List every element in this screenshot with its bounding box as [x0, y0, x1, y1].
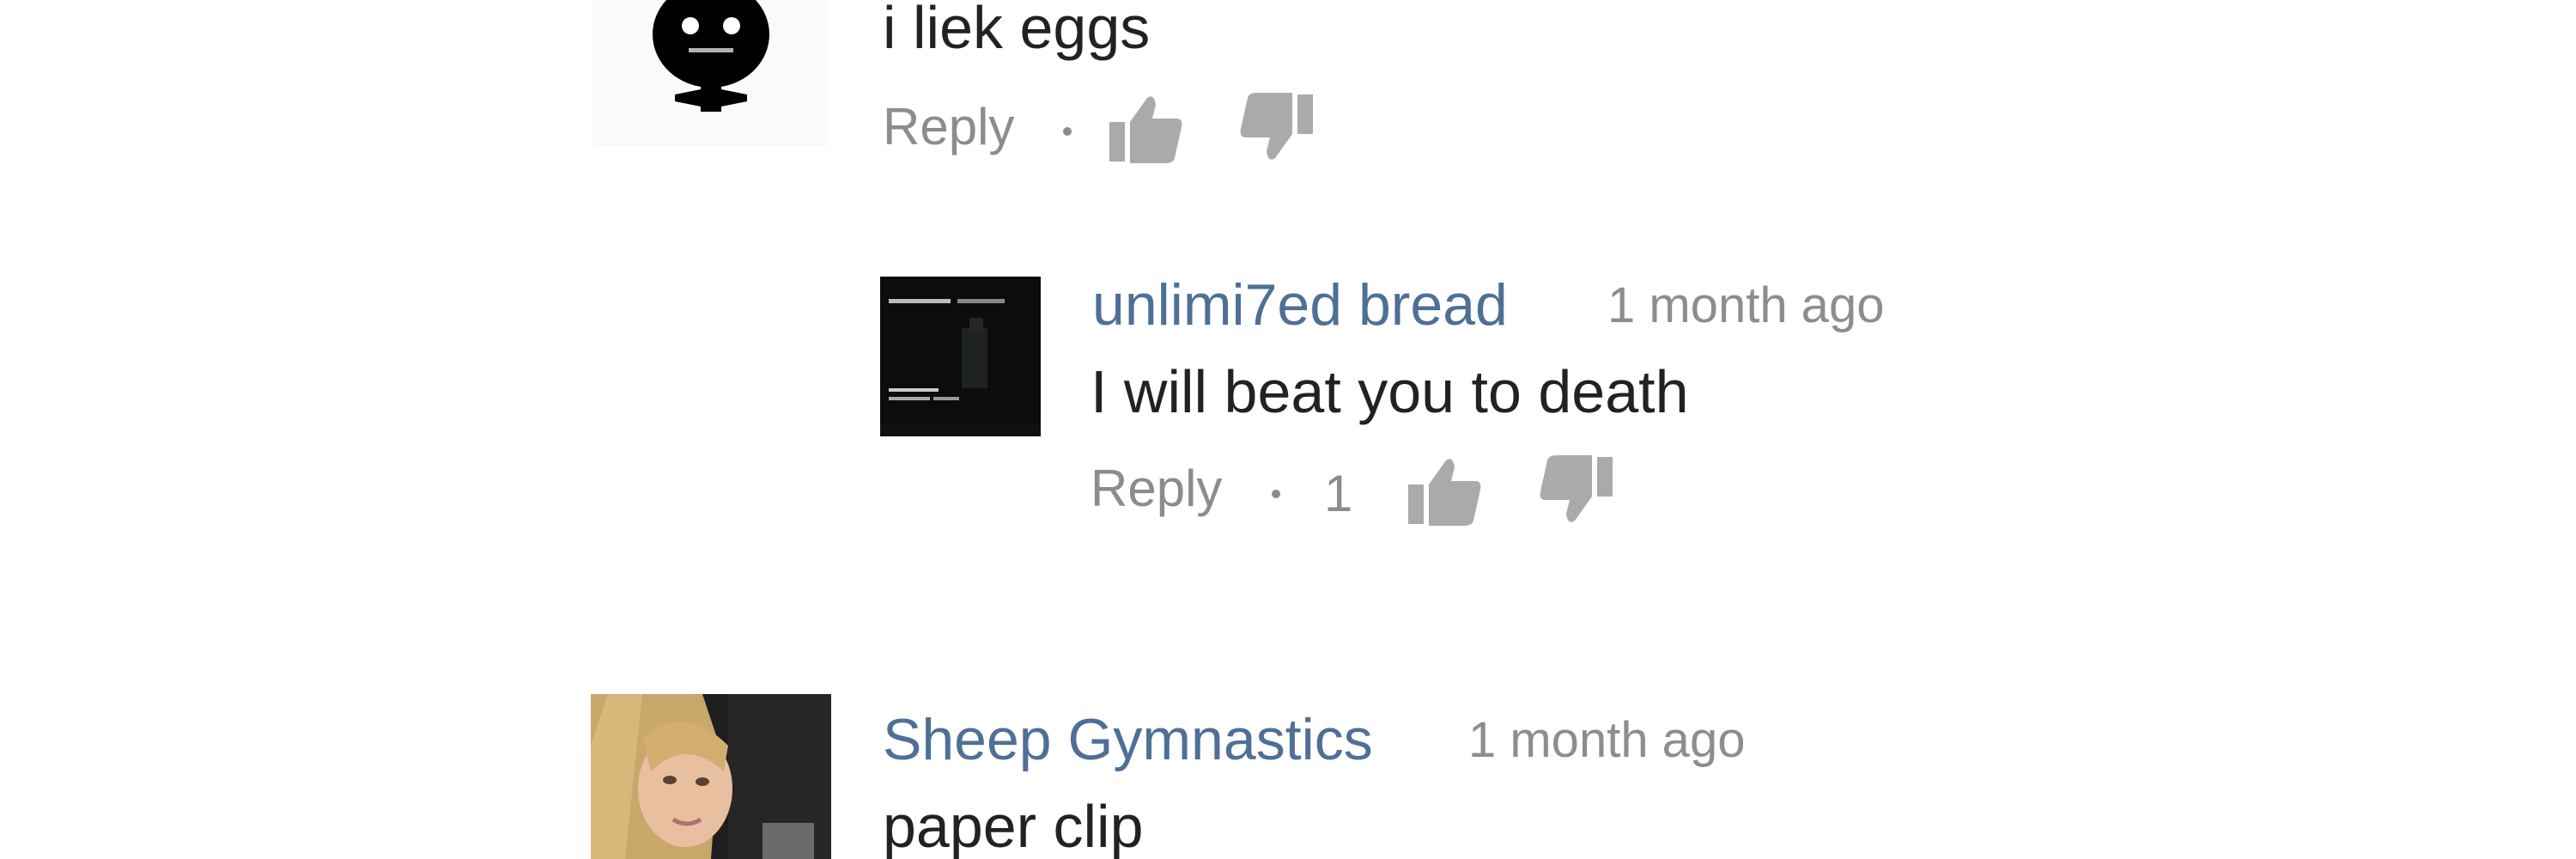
comment-2-dislike-button[interactable] — [1539, 454, 1613, 526]
comment-2-author-link[interactable]: unlimi7ed bread — [1092, 271, 1508, 338]
comment-2-reply-button[interactable]: Reply — [1091, 459, 1222, 518]
photo-avatar — [591, 694, 831, 859]
comment-1-reply-button[interactable]: Reply — [883, 97, 1014, 156]
comment-2-like-button[interactable] — [1408, 455, 1482, 527]
robot-icon — [592, 0, 829, 146]
comment-1-separator — [1063, 127, 1072, 136]
comment-2-like-count: 1 — [1324, 465, 1353, 522]
comment-3-author-link[interactable]: Sheep Gymnastics — [883, 706, 1373, 773]
comment-3-timestamp: 1 month ago — [1468, 712, 1746, 768]
thumbs-down-icon — [1240, 93, 1313, 160]
comment-3-avatar[interactable] — [591, 694, 831, 859]
thumbs-up-icon — [1408, 459, 1481, 526]
comment-1-avatar[interactable] — [592, 0, 829, 146]
dark-image-avatar — [880, 277, 1041, 436]
comment-1-like-button[interactable] — [1109, 93, 1183, 165]
comment-2-separator — [1272, 490, 1280, 498]
comment-3-text: paper clip — [883, 793, 1144, 859]
comment-2-timestamp: 1 month ago — [1607, 277, 1885, 333]
comment-1-dislike-button[interactable] — [1239, 91, 1313, 163]
comment-2-avatar[interactable] — [880, 277, 1041, 436]
comment-1-text: i liek eggs — [883, 0, 1151, 61]
thumbs-up-icon — [1109, 96, 1182, 163]
thumbs-down-icon — [1540, 455, 1613, 522]
comment-thread: i liek eggs Reply unlimi7ed bread 1 mont… — [0, 0, 2576, 859]
comment-2-text: I will beat you to death — [1091, 358, 1689, 425]
